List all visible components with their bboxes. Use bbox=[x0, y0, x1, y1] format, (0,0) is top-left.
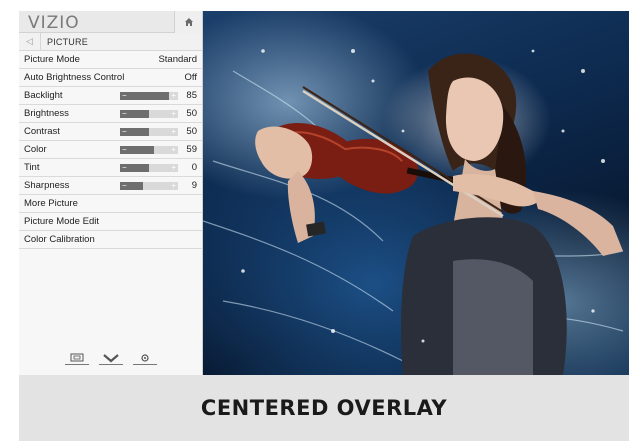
color-slider[interactable]: − + bbox=[120, 145, 178, 154]
contrast-slider[interactable]: − + bbox=[120, 127, 178, 136]
menu-item-more-picture[interactable]: More Picture bbox=[19, 195, 202, 213]
back-button[interactable]: ◁ bbox=[19, 32, 41, 51]
brightness-slider[interactable]: − + bbox=[120, 109, 178, 118]
menu-item-sharpness[interactable]: Sharpness − + 9 bbox=[19, 177, 202, 195]
menu-item-label: More Picture bbox=[24, 198, 78, 209]
plus-icon: + bbox=[171, 145, 176, 154]
close-menu-button[interactable] bbox=[99, 351, 123, 365]
breadcrumb: ◁ PICTURE bbox=[19, 32, 202, 51]
caption-bar: CENTERED OVERLAY bbox=[19, 375, 629, 441]
input-button[interactable] bbox=[65, 351, 89, 365]
plus-icon: + bbox=[171, 109, 176, 118]
menu-item-color-calibration[interactable]: Color Calibration bbox=[19, 231, 202, 249]
minus-icon: − bbox=[122, 127, 127, 136]
backlight-slider[interactable]: − + bbox=[120, 91, 178, 100]
picture-settings-panel: VIZIO ◁ PICTURE Picture Mode Standard Au… bbox=[19, 11, 203, 375]
plus-icon: + bbox=[171, 127, 176, 136]
settings-button[interactable] bbox=[133, 351, 157, 365]
menu-item-label: Auto Brightness Control bbox=[24, 72, 125, 83]
plus-icon: + bbox=[171, 163, 176, 172]
settings-gear-icon bbox=[141, 353, 149, 362]
menu-item-label: Picture Mode bbox=[24, 54, 80, 65]
minus-icon: − bbox=[122, 91, 127, 100]
slider-value: 50 bbox=[186, 108, 197, 119]
menu-item-auto-brightness[interactable]: Auto Brightness Control Off bbox=[19, 69, 202, 87]
sharpness-slider[interactable]: − + bbox=[120, 181, 178, 190]
home-button[interactable] bbox=[174, 11, 202, 33]
panel-footer-icons bbox=[19, 351, 203, 365]
menu-item-picture-mode-edit[interactable]: Picture Mode Edit bbox=[19, 213, 202, 231]
slider-value: 9 bbox=[191, 180, 197, 191]
menu-item-color[interactable]: Color − + 59 bbox=[19, 141, 202, 159]
chevron-left-icon: ◁ bbox=[26, 36, 33, 46]
slider-fill bbox=[120, 92, 170, 100]
breadcrumb-label: PICTURE bbox=[47, 36, 88, 47]
background-photo bbox=[203, 11, 629, 375]
slider-value: 59 bbox=[186, 144, 197, 155]
menu-item-tint[interactable]: Tint − + 0 bbox=[19, 159, 202, 177]
plus-icon: + bbox=[171, 181, 176, 190]
caption-text: CENTERED OVERLAY bbox=[200, 396, 448, 420]
menu-item-value: Standard bbox=[158, 54, 197, 65]
menu-item-picture-mode[interactable]: Picture Mode Standard bbox=[19, 51, 202, 69]
vizio-logo: VIZIO bbox=[28, 13, 80, 33]
slider-value: 50 bbox=[186, 126, 197, 137]
slider-value: 0 bbox=[191, 162, 197, 173]
tv-screen: VIZIO ◁ PICTURE Picture Mode Standard Au… bbox=[19, 11, 629, 375]
minus-icon: − bbox=[122, 181, 127, 190]
input-icon bbox=[70, 353, 84, 362]
minus-icon: − bbox=[122, 109, 127, 118]
menu-item-backlight[interactable]: Backlight − + 85 bbox=[19, 87, 202, 105]
chevron-down-icon bbox=[103, 353, 119, 362]
home-icon bbox=[184, 18, 193, 26]
minus-icon: − bbox=[122, 163, 127, 172]
menu-item-value: Off bbox=[184, 72, 198, 83]
menu-item-label: Color Calibration bbox=[24, 234, 95, 245]
tint-slider[interactable]: − + bbox=[120, 163, 178, 172]
menu-item-brightness[interactable]: Brightness − + 50 bbox=[19, 105, 202, 123]
slider-value: 85 bbox=[186, 90, 197, 101]
minus-icon: − bbox=[122, 145, 127, 154]
plus-icon: + bbox=[171, 91, 176, 100]
menu-item-label: Picture Mode Edit bbox=[24, 216, 99, 227]
panel-header: VIZIO bbox=[19, 11, 202, 33]
violinist-illustration bbox=[203, 49, 624, 375]
menu-item-contrast[interactable]: Contrast − + 50 bbox=[19, 123, 202, 141]
